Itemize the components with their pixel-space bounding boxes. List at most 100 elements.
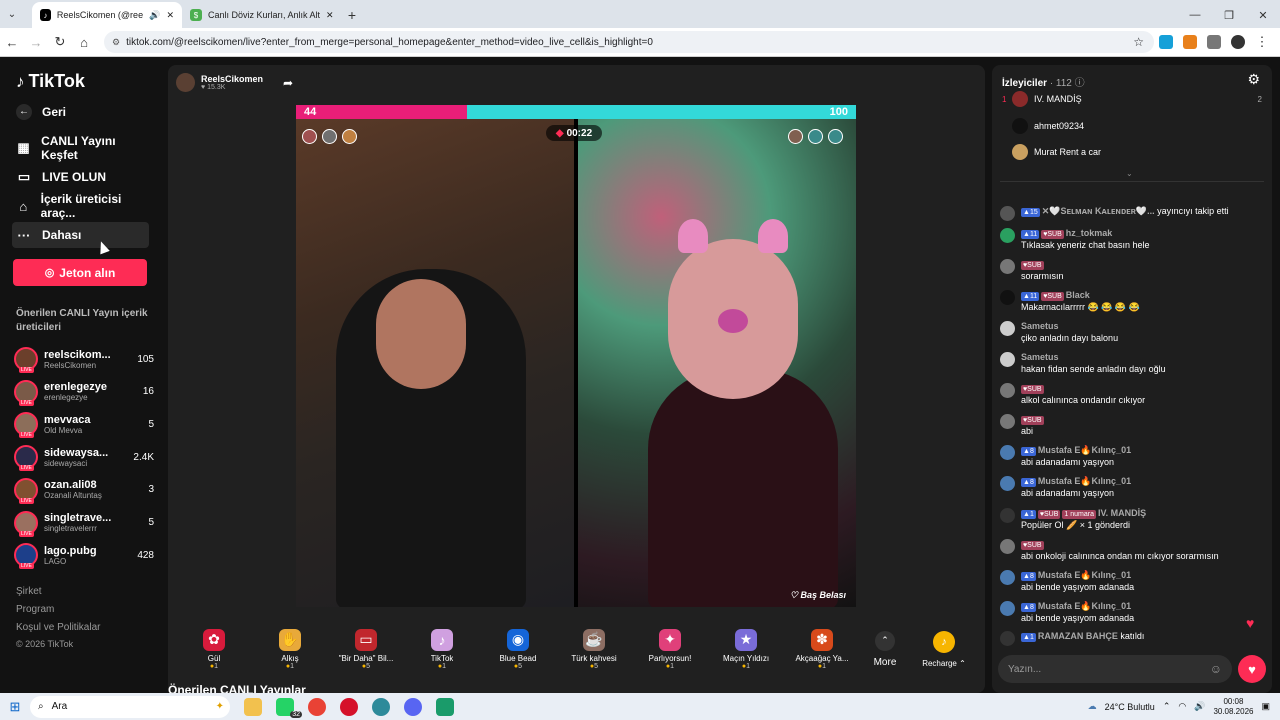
supporter-avatar[interactable] — [302, 129, 317, 144]
creator-item[interactable]: LIVE sidewaysa... sidewaysaci 2.4K — [14, 443, 154, 472]
new-tab-icon[interactable]: + — [342, 2, 362, 28]
chat-avatar[interactable] — [1000, 206, 1015, 221]
nav-creator-tools[interactable]: ⌂ İçerik üreticisi araç... — [12, 192, 149, 220]
top-viewer-item[interactable]: Murat Rent a car — [1002, 142, 1262, 162]
chat-username[interactable]: Mustafa E🔥Kılınç_01 — [1038, 476, 1131, 486]
nav-go-live[interactable]: ▭ LIVE OLUN — [12, 164, 149, 190]
chat-avatar[interactable] — [1000, 259, 1015, 274]
gift-item[interactable]: ★ Maçın Yıldızı ●1 — [708, 628, 784, 670]
chat-avatar[interactable] — [1000, 539, 1015, 554]
minimize-icon[interactable]: — — [1178, 9, 1212, 21]
weather-text[interactable]: 24°C Bulutlu — [1105, 702, 1155, 712]
gift-item[interactable]: ▭ "Bir Daha" Bil... ●5 — [328, 628, 404, 670]
volume-icon[interactable]: 🔊 — [1194, 701, 1205, 712]
whatsapp-icon[interactable]: 32 — [276, 697, 302, 718]
gift-item[interactable]: ☕ Türk kahvesi ●5 — [556, 628, 632, 670]
site-info-icon[interactable]: ⚙ — [112, 37, 120, 48]
chat-avatar[interactable] — [1000, 290, 1015, 305]
chat-avatar[interactable] — [1000, 414, 1015, 429]
chat-avatar[interactable] — [1000, 383, 1015, 398]
audio-icon[interactable]: 🔊 — [149, 10, 160, 21]
window-close-icon[interactable]: ✕ — [1246, 9, 1280, 22]
wifi-icon[interactable]: ◠ — [1178, 701, 1186, 712]
tab-close-icon[interactable]: ✕ — [326, 10, 334, 21]
creator-item[interactable]: LIVE erenlegezye erenlegezye 16 — [14, 378, 154, 406]
host-avatar[interactable] — [176, 73, 195, 92]
chat-avatar[interactable] — [1000, 631, 1015, 646]
gift-item[interactable]: ◉ Blue Bead ●5 — [480, 628, 556, 670]
home-icon[interactable]: ⌂ — [72, 35, 96, 50]
chat-avatar[interactable] — [1000, 476, 1015, 491]
supporter-avatar[interactable] — [808, 129, 823, 144]
creator-item[interactable]: LIVE lago.pubg LAGO 428 — [14, 541, 154, 570]
gift-item[interactable]: ✽ Akçaağaç Ya... ●1 — [784, 628, 860, 670]
supporter-avatar[interactable] — [788, 129, 803, 144]
get-coins-button[interactable]: ◎ Jeton alın — [13, 259, 147, 286]
gift-item[interactable]: ✿ Gül ●1 — [176, 628, 252, 670]
app-icon[interactable] — [436, 697, 454, 716]
chat-username[interactable]: ✕🤍Sᴇʟᴍᴀɴ Kᴀʟᴇɴᴅᴇʀ🤍... — [1042, 206, 1155, 216]
opera-icon[interactable] — [340, 697, 358, 716]
chat-username[interactable]: Mustafa E🔥Kılınç_01 — [1038, 601, 1131, 611]
creator-item[interactable]: LIVE reelscikom... ReelsCikomen 105 — [14, 345, 154, 373]
chat-avatar[interactable] — [1000, 508, 1015, 523]
chat-avatar[interactable] — [1000, 321, 1015, 336]
back-arrow-icon[interactable]: ← — [0, 35, 24, 50]
creator-item[interactable]: LIVE ozan.ali08 Ozanali Altuntaş 3 — [14, 476, 154, 504]
footer-company[interactable]: Şirket — [16, 586, 42, 597]
like-heart-button[interactable]: ♥ — [1238, 655, 1266, 683]
restore-icon[interactable]: ❐ — [1212, 9, 1246, 22]
chat-username[interactable]: hz_tokmak — [1066, 228, 1113, 238]
recharge-button[interactable]: ♪ Recharge ⌃ — [916, 630, 972, 668]
tab-doviz[interactable]: $ Canlı Döviz Kurları, Anlık Altın F ✕ — [182, 2, 342, 28]
top-viewer-item[interactable]: 1 IV. MANDİŞ 2 — [1002, 89, 1262, 109]
footer-terms[interactable]: Koşul ve Politikalar — [16, 622, 100, 633]
chat-avatar[interactable] — [1000, 601, 1015, 616]
bookmark-star-icon[interactable]: ☆ — [1133, 35, 1144, 49]
info-icon[interactable]: ⓘ — [1075, 78, 1085, 89]
menu-dots-icon[interactable]: ⋮ — [1250, 34, 1274, 50]
profile-avatar[interactable] — [1231, 35, 1245, 49]
file-explorer-icon[interactable] — [244, 697, 262, 716]
nav-more[interactable]: ··· Dahası — [12, 222, 149, 248]
creator-item[interactable]: LIVE mevvaca Old Mevva 5 — [14, 410, 154, 439]
share-icon[interactable]: ➦ — [283, 76, 293, 90]
supporter-avatar[interactable] — [828, 129, 843, 144]
chat-avatar[interactable] — [1000, 228, 1015, 243]
metamask-icon[interactable] — [1183, 35, 1197, 49]
chat-username[interactable]: Mustafa E🔥Kılınç_01 — [1038, 570, 1131, 580]
battle-video[interactable]: 44 100 ♡ Baş Belası ◆ 00:22 — [296, 105, 856, 607]
collapse-chevron-icon[interactable]: ⌄ — [1126, 169, 1133, 178]
discord-icon[interactable] — [404, 697, 422, 716]
tab-tiktok[interactable]: ♪ ReelsCikomen (@reelscikom 🔊 ✕ — [32, 2, 182, 28]
url-field[interactable]: ⚙ tiktok.com/@reelscikomen/live?enter_fr… — [104, 31, 1154, 53]
chat-username[interactable]: Mustafa E🔥Kılınç_01 — [1038, 445, 1131, 455]
footer-program[interactable]: Program — [16, 604, 54, 615]
chat-username[interactable]: Sametus — [1021, 321, 1059, 331]
puzzle-icon[interactable] — [1207, 35, 1221, 49]
chat-username[interactable]: Sametus — [1021, 352, 1059, 362]
weather-icon[interactable]: ☁ — [1088, 701, 1097, 712]
more-gifts-button[interactable]: ⌃ More — [860, 630, 910, 668]
chat-username[interactable]: IV. MANDİŞ — [1098, 508, 1146, 518]
tiktok-logo[interactable]: ♪ TikTok — [16, 71, 85, 92]
taskbar-search[interactable]: ⌕ Ara ✦ — [30, 695, 230, 718]
chat-input[interactable]: Yazın... ☺ — [998, 655, 1232, 683]
host-name[interactable]: ReelsCikomen — [201, 74, 263, 84]
top-viewer-item[interactable]: ahmet09234 — [1002, 116, 1262, 136]
supporter-avatar[interactable] — [322, 129, 337, 144]
gift-item[interactable]: ♪ TikTok ●1 — [404, 628, 480, 670]
nav-live-explore[interactable]: ▦ CANLI Yayını Keşfet — [12, 134, 149, 162]
tray-chevron-icon[interactable]: ⌃ — [1163, 701, 1171, 712]
creator-item[interactable]: LIVE singletrave... singletravelerrr 5 — [14, 509, 154, 537]
supporter-avatar[interactable] — [342, 129, 357, 144]
chrome-icon[interactable] — [308, 697, 326, 716]
notification-icon[interactable]: ▣ — [1261, 701, 1270, 712]
emoji-icon[interactable]: ☺ — [1210, 662, 1222, 676]
clock[interactable]: 00:08 30.08.2026 — [1213, 697, 1253, 717]
chat-username[interactable]: RAMAZAN BAHÇE — [1038, 631, 1118, 641]
windows-start-icon[interactable]: ⊞ — [0, 699, 30, 715]
chat-avatar[interactable] — [1000, 570, 1015, 585]
gift-item[interactable]: ✦ Parlıyorsun! ●1 — [632, 628, 708, 670]
reload-icon[interactable]: ↻ — [48, 34, 72, 50]
